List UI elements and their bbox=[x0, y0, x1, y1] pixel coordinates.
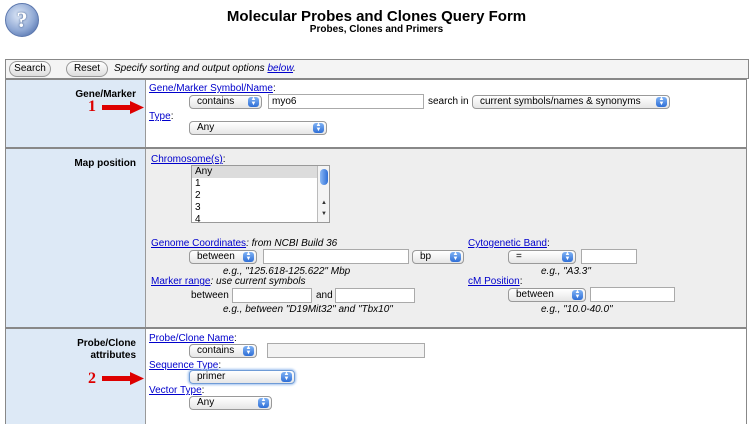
map-position-label-cell: Map position bbox=[6, 149, 146, 327]
sequence-type-select[interactable]: primer ▲ ▼ bbox=[189, 370, 295, 384]
cm-position-input[interactable] bbox=[590, 287, 675, 302]
coord-unit-select[interactable]: bp ▲ ▼ bbox=[412, 250, 464, 264]
cm-position-link[interactable]: cM Position bbox=[468, 276, 520, 287]
marker-range-start-input[interactable] bbox=[232, 288, 312, 303]
cyto-operator-select[interactable]: = ▲ ▼ bbox=[508, 250, 576, 264]
red-arrow-icon bbox=[102, 101, 144, 114]
annotation-number: 2 bbox=[88, 370, 96, 387]
page-subtitle: Probes, Clones and Primers bbox=[309, 24, 444, 35]
output-options-hint: Specify sorting and output options below… bbox=[114, 63, 296, 74]
chevron-updown-icon: ▲ ▼ bbox=[281, 371, 292, 382]
chevron-updown-icon: ▲ ▼ bbox=[450, 251, 461, 262]
scrollbar-thumb[interactable] bbox=[320, 169, 328, 185]
symbol-name-link[interactable]: Gene/Marker Symbol/Name bbox=[149, 83, 273, 94]
red-arrow-icon bbox=[102, 372, 144, 385]
chevron-updown-icon: ▲ ▼ bbox=[243, 251, 254, 262]
chevron-updown-icon: ▲ ▼ bbox=[572, 289, 583, 300]
section-label-line1: Probe/Clone bbox=[77, 338, 136, 349]
and-label: and bbox=[316, 290, 333, 301]
symbol-input[interactable]: myo6 bbox=[268, 94, 424, 109]
type-select[interactable]: Any ▲ ▼ bbox=[189, 121, 327, 135]
name-operator-select[interactable]: contains ▲ ▼ bbox=[189, 344, 257, 358]
chevron-updown-icon: ▲ ▼ bbox=[562, 251, 573, 262]
chromosome-option[interactable]: 2 bbox=[192, 190, 329, 202]
chevron-updown-icon: ▲ ▼ bbox=[248, 96, 259, 107]
chromosome-link[interactable]: Chromosome(s) bbox=[151, 154, 223, 165]
marker-range-end-input[interactable] bbox=[335, 288, 415, 303]
probe-clone-name-link[interactable]: Probe/Clone Name bbox=[149, 333, 234, 344]
cyto-example: e.g., "A3.3" bbox=[541, 266, 591, 277]
section-label: Gene/Marker bbox=[75, 89, 136, 100]
cm-operator-select[interactable]: between ▲ ▼ bbox=[508, 288, 586, 302]
section-label-line2: attributes bbox=[90, 350, 136, 361]
section-label: Map position bbox=[74, 158, 136, 169]
reset-button[interactable]: Reset bbox=[66, 61, 108, 77]
type-link[interactable]: Type bbox=[149, 111, 171, 122]
chromosome-option[interactable]: 3 bbox=[192, 202, 329, 214]
annotation-number: 1 bbox=[88, 98, 96, 115]
gene-marker-body: Gene/Marker Symbol/Name: contains ▲ ▼ myo6… bbox=[146, 80, 746, 147]
cm-example: e.g., "10.0-40.0" bbox=[541, 304, 613, 315]
scroll-down-icon[interactable]: ▼ bbox=[321, 211, 327, 217]
vector-type-link[interactable]: Vector Type bbox=[149, 385, 202, 396]
chromosome-option[interactable]: 1 bbox=[192, 178, 329, 190]
marker-range-example: e.g., between "D19Mit32" and "Tbx10" bbox=[223, 304, 393, 315]
symbol-operator-select[interactable]: contains ▲ ▼ bbox=[189, 95, 262, 109]
marker-range-note: : use current symbols bbox=[210, 276, 306, 287]
toolbar: Search Reset Specify sorting and output … bbox=[5, 59, 749, 79]
chevron-updown-icon: ▲ ▼ bbox=[313, 122, 324, 133]
search-button[interactable]: Search bbox=[9, 61, 51, 77]
genome-coordinates-note: : from NCBI Build 36 bbox=[246, 238, 338, 249]
chromosome-option[interactable]: Any bbox=[192, 166, 329, 178]
gene-marker-section: Gene/Marker 1 Gene/Marker Symbol/Name: c… bbox=[5, 79, 747, 148]
chromosome-listbox[interactable]: Any 1 2 3 4 ▲ ▼ bbox=[191, 165, 330, 223]
probe-clone-section: Probe/Clone attributes 2 Probe/Clone Nam… bbox=[5, 328, 747, 424]
map-position-body: Chromosome(s): Any 1 2 3 4 ▲ ▼ Genome Co… bbox=[146, 149, 746, 327]
between-label: between bbox=[191, 290, 229, 301]
marker-range-link[interactable]: Marker range bbox=[151, 276, 210, 287]
chevron-updown-icon: ▲ ▼ bbox=[656, 96, 667, 107]
coord-operator-select[interactable]: between ▲ ▼ bbox=[189, 250, 257, 264]
probe-clone-name-input[interactable] bbox=[267, 343, 425, 358]
chevron-updown-icon: ▲ ▼ bbox=[243, 345, 254, 356]
search-in-select[interactable]: current symbols/names & synonyms ▲ ▼ bbox=[472, 95, 670, 109]
cytogenetic-band-input[interactable] bbox=[581, 249, 637, 264]
coordinates-input[interactable] bbox=[263, 249, 409, 264]
search-in-label: search in bbox=[428, 96, 469, 107]
probe-clone-body: Probe/Clone Name: contains ▲ ▼ Sequence Ty… bbox=[146, 329, 746, 424]
map-position-section: Map position Chromosome(s): Any 1 2 3 4 … bbox=[5, 148, 747, 328]
below-link[interactable]: below bbox=[267, 63, 293, 74]
scroll-up-icon[interactable]: ▲ bbox=[321, 200, 327, 206]
listbox-scrollbar[interactable]: ▲ ▼ bbox=[317, 166, 329, 222]
chevron-updown-icon: ▲ ▼ bbox=[258, 397, 269, 408]
chromosome-option[interactable]: 4 bbox=[192, 214, 329, 222]
genome-coordinates-link[interactable]: Genome Coordinates bbox=[151, 238, 246, 249]
vector-type-select[interactable]: Any ▲ ▼ bbox=[189, 396, 272, 410]
cytogenetic-band-link[interactable]: Cytogenetic Band bbox=[468, 238, 547, 249]
page-title: Molecular Probes and Clones Query Form bbox=[226, 8, 527, 25]
